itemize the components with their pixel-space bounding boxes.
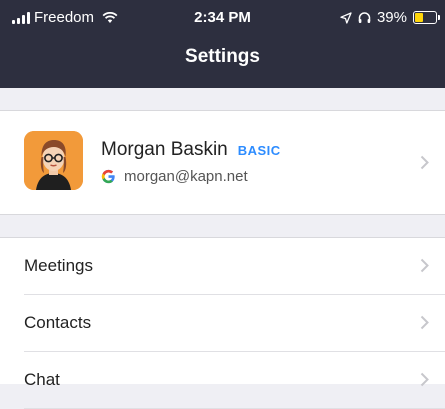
user-name: Morgan Baskin (101, 139, 228, 160)
menu-item-meetings[interactable]: Meetings (24, 238, 445, 295)
chevron-right-icon (420, 315, 429, 330)
battery-percent: 39% (376, 9, 407, 26)
chevron-right-icon (420, 155, 429, 170)
avatar (24, 131, 83, 190)
page-title: Settings (185, 46, 260, 67)
battery-level (415, 13, 423, 22)
menu-item-label: Meetings (24, 256, 93, 275)
location-arrow-icon (340, 11, 352, 24)
profile-card[interactable]: Morgan Baskin BASIC morgan@kapn.net (0, 110, 445, 215)
battery-icon (413, 11, 440, 24)
app-header: Freedom 2:34 PM 39% Settings (0, 0, 445, 88)
menu-item-label: Chat (24, 370, 60, 389)
menu-item-chat[interactable]: Chat (24, 352, 445, 409)
menu-item-label: Contacts (24, 313, 92, 332)
profile-name-row: Morgan Baskin BASIC (101, 139, 281, 161)
google-icon (101, 169, 115, 184)
chevron-right-icon (420, 372, 429, 387)
plan-badge: BASIC (237, 143, 281, 158)
menu-item-contacts[interactable]: Contacts (24, 295, 445, 352)
settings-menu: Meetings Contacts Chat (0, 237, 445, 409)
headphones-icon (358, 11, 371, 23)
user-email: morgan@kapn.net (124, 168, 248, 185)
avatar-image (24, 131, 83, 190)
profile-email-row: morgan@kapn.net (101, 168, 248, 185)
chevron-right-icon (420, 258, 429, 273)
status-bar: Freedom 2:34 PM 39% (0, 0, 445, 36)
right-status-group: 39% (340, 9, 440, 26)
